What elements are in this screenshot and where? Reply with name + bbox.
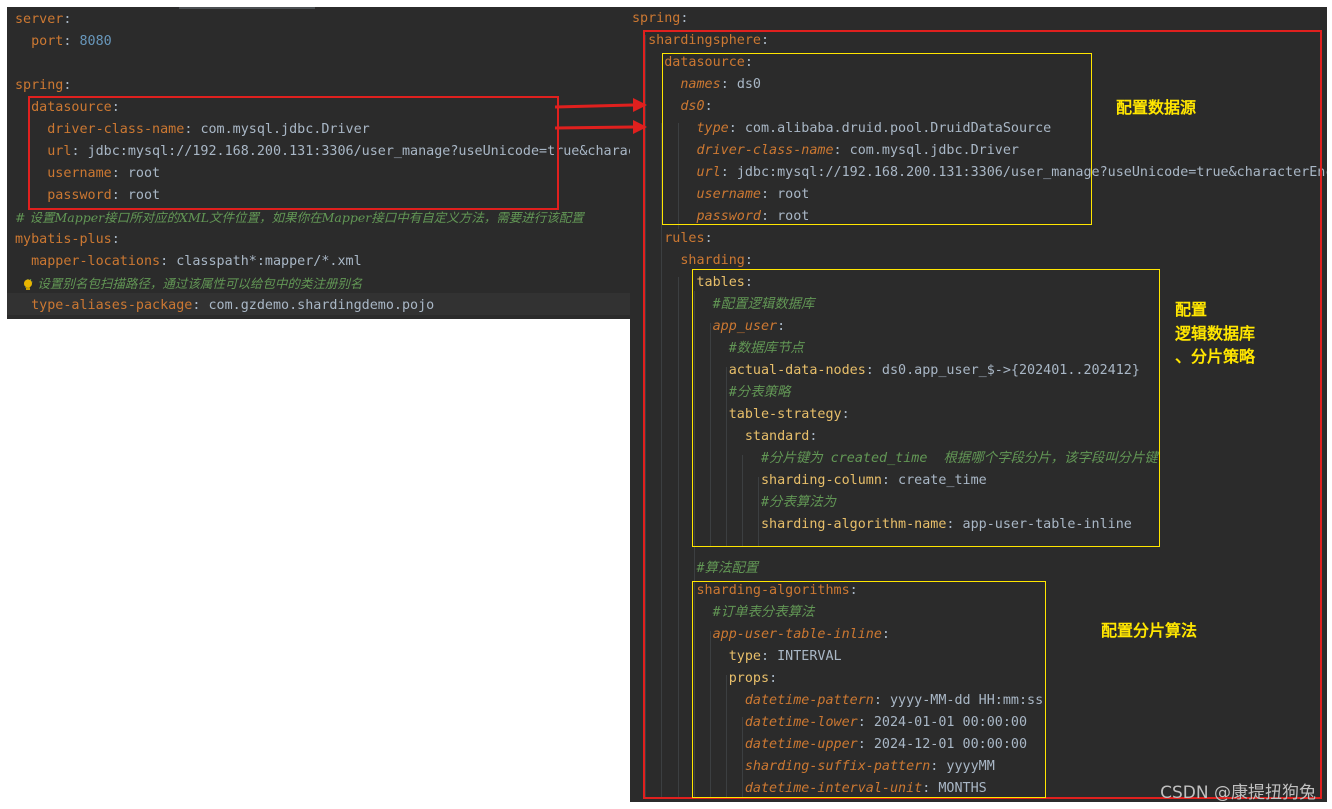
annotation-datasource: 配置数据源 <box>1116 98 1197 117</box>
annotation-tables-1: 配置 <box>1175 300 1208 319</box>
algorithms-highlight <box>692 581 1046 798</box>
code-comment: # 设置Mapper接口所对应的XML文件位置，如果你在Mapper接口中有自定… <box>15 210 584 225</box>
code-key: type-aliases-package <box>15 298 193 313</box>
code-comment: # 设置别名包扫描路径，通过该属性可以给包中的类注册别名 <box>15 276 363 291</box>
editor-tab-indicator <box>179 7 315 9</box>
code-line[interactable]: port: 8080 <box>15 31 112 53</box>
code-punctuation: : <box>680 11 689 26</box>
code-key: spring <box>15 78 64 93</box>
code-key: mybatis-plus <box>15 232 112 247</box>
code-punctuation: : <box>111 232 120 247</box>
code-value: 8080 <box>79 34 112 49</box>
datasource-highlight <box>662 53 1092 225</box>
code-line[interactable]: # 设置别名包扫描路径，通过该属性可以给包中的类注册别名 <box>15 273 362 295</box>
left-datasource-highlight <box>28 96 559 210</box>
watermark: CSDN @康提扭狗兔 <box>1160 783 1316 803</box>
code-key: mapper-locations <box>15 254 161 269</box>
code-key: server <box>15 12 64 27</box>
code-line[interactable]: type-aliases-package: com.gzdemo.shardin… <box>15 295 434 317</box>
annotation-tables-2: 逻辑数据库 <box>1175 324 1256 343</box>
code-key: port <box>15 34 64 49</box>
code-value: classpath*:mapper/*.xml <box>176 254 362 269</box>
annotation-tables-3: 、分片策略 <box>1175 347 1256 366</box>
code-key: spring <box>632 11 681 26</box>
code-line[interactable]: spring: <box>632 8 688 30</box>
tables-highlight <box>692 269 1160 547</box>
code-line[interactable]: mybatis-plus: <box>15 229 120 251</box>
code-punctuation: : <box>192 298 209 313</box>
code-punctuation: : <box>63 34 80 49</box>
code-line[interactable]: # 设置Mapper接口所对应的XML文件位置，如果你在Mapper接口中有自定… <box>15 207 584 229</box>
code-line[interactable]: server: <box>15 9 71 31</box>
code-punctuation: : <box>160 254 177 269</box>
annotation-algorithms: 配置分片算法 <box>1101 621 1198 640</box>
code-punctuation: : <box>63 78 72 93</box>
code-punctuation: : <box>63 12 72 27</box>
code-line[interactable]: spring: <box>15 75 71 97</box>
code-value: com.gzdemo.shardingdemo.pojo <box>208 298 435 313</box>
lightbulb-icon[interactable] <box>23 279 33 291</box>
code-line[interactable]: mapper-locations: classpath*:mapper/*.xm… <box>15 251 362 273</box>
arrow-icon <box>555 98 647 134</box>
